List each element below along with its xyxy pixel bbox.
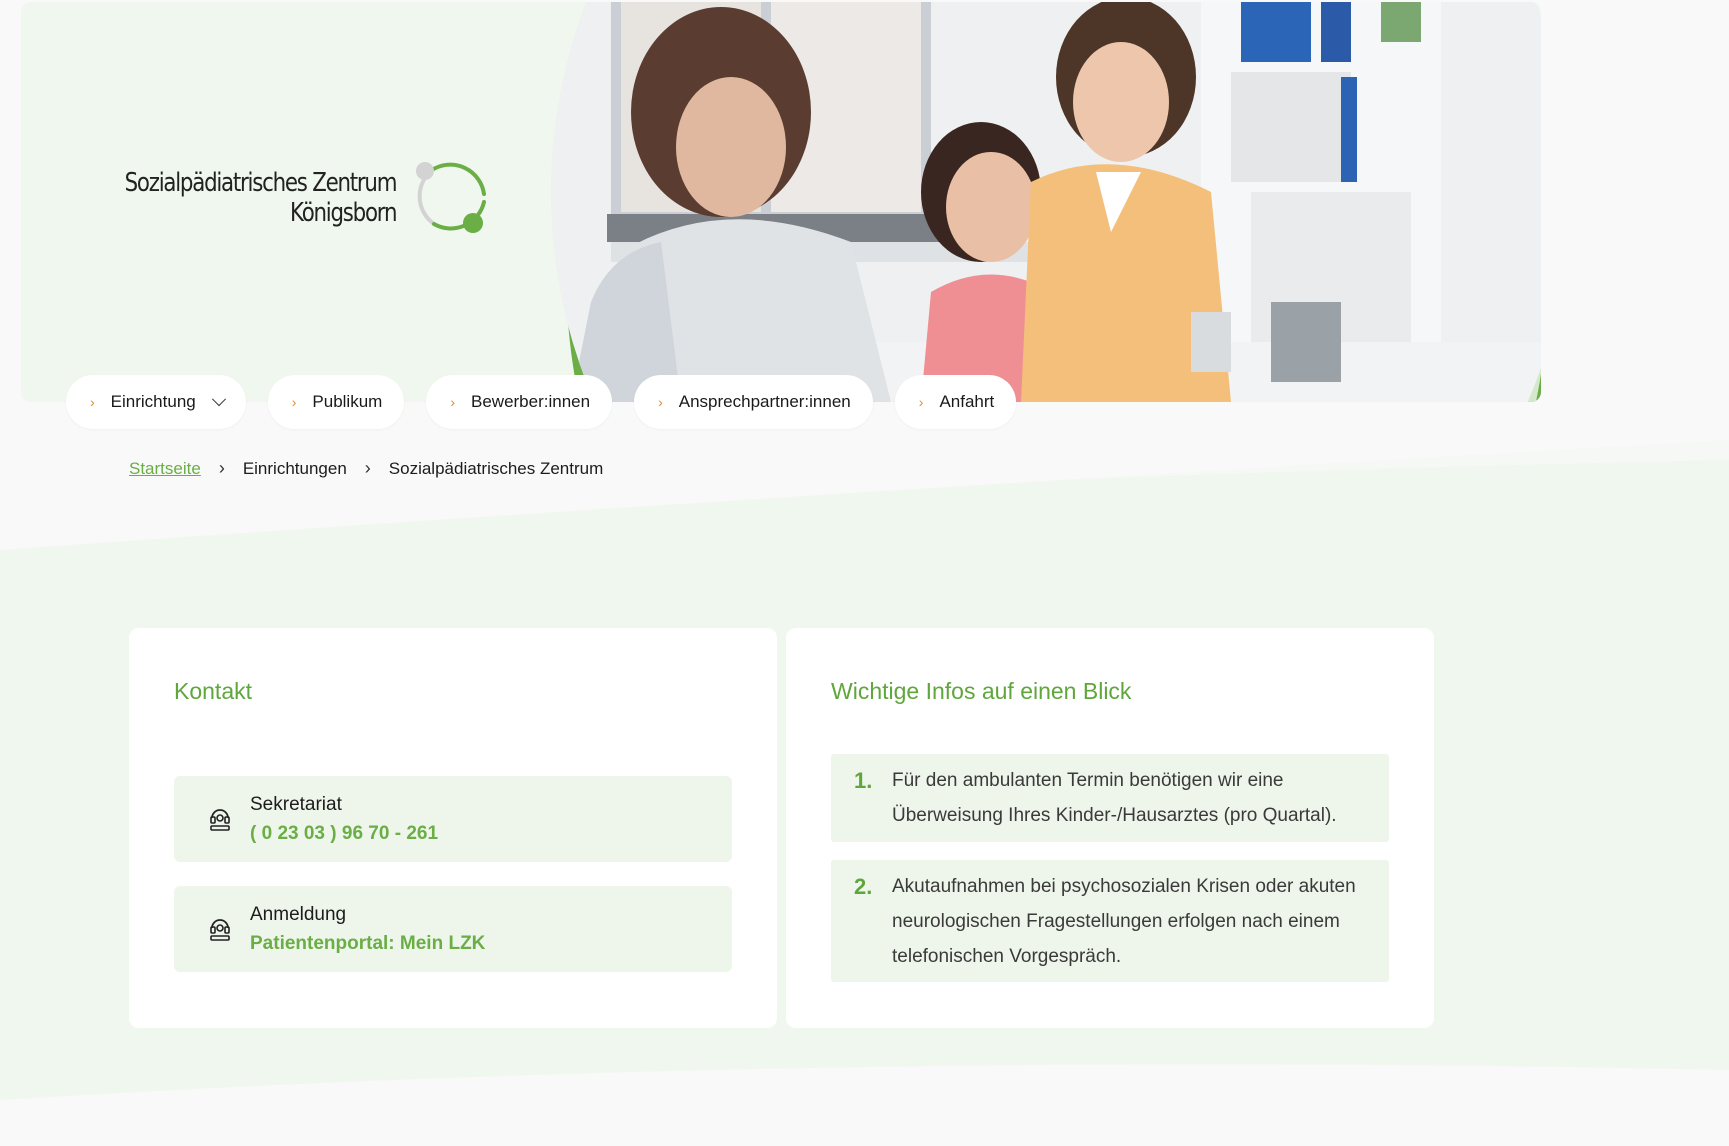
nav-label: Ansprechpartner:innen bbox=[678, 392, 851, 411]
info-item: 2. Akutaufnahmen bei psychosozialen Kris… bbox=[831, 860, 1389, 982]
contact-entry-anmeldung: Anmeldung Patientenportal: Mein LZK bbox=[174, 886, 732, 972]
contact-label: Sekretariat bbox=[250, 794, 342, 815]
nav-label: Publikum bbox=[312, 392, 383, 411]
infos-title: Wichtige Infos auf einen Blick bbox=[831, 678, 1132, 704]
phone-number-link[interactable]: ( 0 23 03 ) 96 70 - 261 bbox=[250, 823, 438, 845]
info-item: 1. Für den ambulanten Termin benötigen w… bbox=[831, 754, 1389, 842]
chevron-right-icon: › bbox=[918, 394, 924, 410]
phone-icon bbox=[210, 919, 230, 941]
info-text: Akutaufnahmen bei psychosozialen Krisen … bbox=[892, 876, 1356, 967]
infos-card: Wichtige Infos auf einen Blick 1. Für de… bbox=[786, 628, 1434, 1028]
kontakt-card: Kontakt Sekretariat ( 0 23 03 ) 96 70 - … bbox=[129, 628, 777, 1028]
nav-label: Anfahrt bbox=[939, 392, 995, 411]
info-number: 1. bbox=[854, 768, 873, 793]
nav-label: Einrichtung bbox=[110, 392, 196, 411]
chevron-right-icon: › bbox=[90, 394, 95, 410]
nav-label: Bewerber:innen bbox=[471, 392, 591, 411]
phone-icon bbox=[210, 809, 230, 831]
kontakt-title: Kontakt bbox=[174, 678, 252, 704]
hero-image bbox=[551, 2, 1541, 402]
contact-label: Anmeldung bbox=[250, 904, 347, 925]
chevron-right-icon: › bbox=[658, 394, 663, 410]
header-panel: Sozialpädiatrisches Zentrum Königsborn bbox=[21, 2, 1541, 402]
patientenportal-link[interactable]: Patientenportal: Mein LZK bbox=[250, 933, 485, 955]
info-text: Für den ambulanten Termin benötigen wir … bbox=[892, 770, 1337, 826]
info-number: 2. bbox=[854, 874, 873, 899]
chevron-right-icon: › bbox=[291, 394, 297, 410]
chevron-right-icon: › bbox=[450, 394, 455, 410]
chevron-down-icon bbox=[211, 392, 226, 407]
contact-entry-sekretariat: Sekretariat ( 0 23 03 ) 96 70 - 261 bbox=[174, 776, 732, 862]
